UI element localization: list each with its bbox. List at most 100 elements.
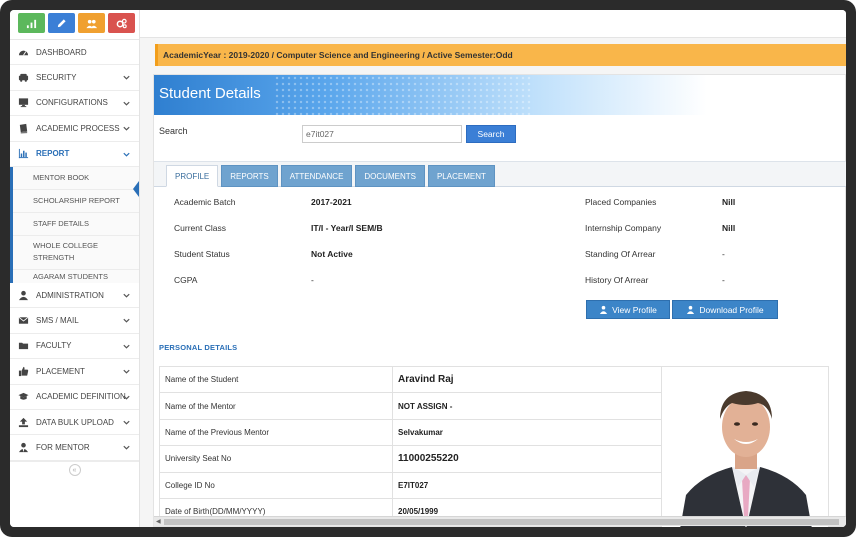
detail-value: Aravind Raj bbox=[392, 365, 663, 394]
personal-details-heading: PERSONAL DETAILS bbox=[159, 343, 238, 352]
download-profile-button[interactable]: Download Profile bbox=[672, 300, 778, 319]
detail-value: 11000255220 bbox=[392, 445, 663, 473]
chevron-down-icon bbox=[123, 101, 130, 106]
book-icon bbox=[16, 122, 30, 134]
submenu-item-staff-details[interactable]: STAFF DETAILS bbox=[13, 213, 139, 236]
summary-row: Internship Company Nill bbox=[585, 223, 835, 237]
signal-shortcut-button[interactable] bbox=[18, 13, 45, 33]
sidebar-item-data-bulk-upload[interactable]: DATA BULK UPLOAD bbox=[10, 410, 139, 436]
users-shortcut-button[interactable] bbox=[78, 13, 105, 33]
sidebar-shortcut-bar bbox=[10, 10, 139, 40]
sidebar-item-label: DATA BULK UPLOAD bbox=[36, 417, 114, 427]
upload-icon bbox=[16, 416, 30, 428]
tab-placement[interactable]: PLACEMENT bbox=[427, 165, 495, 187]
submenu-item-scholarship-report[interactable]: SCHOLARSHIP REPORT bbox=[13, 190, 139, 213]
sidebar-item-label: ADMINISTRATION bbox=[36, 290, 104, 300]
summary-key: Internship Company bbox=[585, 223, 662, 233]
user-icon bbox=[687, 305, 695, 314]
sidebar-item-label: PLACEMENT bbox=[36, 366, 85, 376]
sidebar-item-label: ACADEMIC PROCESS bbox=[36, 123, 120, 133]
submenu-item-whole-college-strength[interactable]: WHOLE COLLEGE STRENGTH bbox=[13, 236, 139, 270]
summary-key: CGPA bbox=[174, 275, 198, 285]
tab-attendance[interactable]: ATTENDANCE bbox=[280, 165, 353, 187]
page-header: Student Details bbox=[154, 75, 845, 115]
cogs-icon bbox=[116, 18, 127, 28]
sidebar-item-report[interactable]: REPORT bbox=[10, 142, 139, 167]
summary-key: History Of Arrear bbox=[585, 275, 649, 285]
pencil-shortcut-button[interactable] bbox=[48, 13, 75, 33]
sidebar-item-label: SECURITY bbox=[36, 73, 77, 83]
thumbs-up-icon bbox=[16, 365, 30, 377]
sidebar-collapse-toggle[interactable]: « bbox=[10, 460, 139, 479]
summary-key: Placed Companies bbox=[585, 197, 657, 207]
submenu-item-mentor-book[interactable]: MENTOR BOOK bbox=[13, 167, 139, 190]
window-frame: DASHBOARD SECURITY CONFIGURATIONS ACADEM… bbox=[0, 0, 856, 537]
table-row: College ID No E7IT027 bbox=[159, 471, 663, 499]
dashboard-icon bbox=[16, 46, 30, 58]
graduation-cap-icon bbox=[16, 391, 30, 403]
table-row: Name of the Mentor NOT ASSIGN - bbox=[159, 392, 663, 420]
search-row: Search Search bbox=[159, 123, 839, 145]
summary-key: Student Status bbox=[174, 249, 230, 259]
summary-value: Nill bbox=[722, 197, 736, 207]
sidebar-item-placement[interactable]: PLACEMENT bbox=[10, 359, 139, 385]
summary-key: Current Class bbox=[174, 223, 226, 233]
chevron-down-icon bbox=[123, 293, 130, 298]
summary-row: Placed Companies Nill bbox=[585, 197, 835, 211]
tab-profile[interactable]: PROFILE bbox=[166, 165, 219, 187]
signal-icon bbox=[26, 19, 37, 28]
sidebar-item-academic-definition[interactable]: ACADEMIC DEFINITION bbox=[10, 385, 139, 410]
sidebar-item-administration[interactable]: ADMINISTRATION bbox=[10, 283, 139, 309]
detail-key: Name of the Previous Mentor bbox=[159, 418, 393, 447]
sidebar-item-dashboard[interactable]: DASHBOARD bbox=[10, 40, 139, 66]
summary-key: Academic Batch bbox=[174, 197, 236, 207]
chevron-down-icon bbox=[123, 395, 130, 400]
main-area: AcademicYear : 2019-2020 / Computer Scie… bbox=[140, 10, 846, 527]
sidebar-menu: DASHBOARD SECURITY CONFIGURATIONS ACADEM… bbox=[10, 40, 139, 167]
student-details-panel: Student Details Search Search PROFILE RE… bbox=[153, 74, 846, 527]
tab-reports[interactable]: REPORTS bbox=[221, 165, 278, 187]
monitor-icon bbox=[16, 97, 30, 109]
academic-year-banner: AcademicYear : 2019-2020 / Computer Scie… bbox=[155, 44, 846, 66]
student-avatar-image bbox=[662, 367, 828, 527]
tab-documents[interactable]: DOCUMENTS bbox=[355, 165, 425, 187]
sidebar-item-label: FACULTY bbox=[36, 341, 72, 351]
summary-value: - bbox=[311, 275, 314, 285]
detail-value: Selvakumar bbox=[392, 418, 663, 447]
page-title: Student Details bbox=[159, 85, 261, 102]
detail-key: University Seat No bbox=[159, 445, 393, 473]
table-row: Name of the Student Aravind Raj bbox=[159, 365, 663, 394]
sidebar-item-sms-mail[interactable]: SMS / MAIL bbox=[10, 308, 139, 334]
submenu-item-agaram-students[interactable]: AGARAM STUDENTS bbox=[13, 270, 139, 283]
sidebar-menu-lower: ADMINISTRATION SMS / MAIL FACULTY PLACEM… bbox=[10, 283, 139, 461]
search-button[interactable]: Search bbox=[466, 125, 516, 143]
sidebar-item-security[interactable]: SECURITY bbox=[10, 65, 139, 91]
sidebar-item-for-mentor[interactable]: FOR MENTOR bbox=[10, 435, 139, 461]
view-profile-button[interactable]: View Profile bbox=[586, 300, 670, 319]
summary-value: Nill bbox=[722, 223, 736, 233]
sidebar-item-label: REPORT bbox=[36, 149, 70, 159]
chevron-down-icon bbox=[123, 446, 130, 450]
scrollbar-thumb[interactable] bbox=[164, 519, 839, 525]
chevron-down-icon bbox=[123, 420, 130, 425]
summary-row: History Of Arrear - bbox=[585, 275, 835, 289]
sidebar-item-label: ACADEMIC DEFINITION bbox=[36, 392, 126, 402]
chevron-down-icon bbox=[123, 344, 130, 349]
bar-chart-icon bbox=[16, 148, 30, 160]
horizontal-scrollbar[interactable]: ◀ bbox=[154, 516, 846, 526]
search-input[interactable] bbox=[302, 125, 462, 143]
sidebar-item-faculty[interactable]: FACULTY bbox=[10, 334, 139, 360]
chevron-down-icon bbox=[123, 76, 130, 81]
pencil-icon bbox=[57, 18, 66, 27]
sidebar-item-academic-process[interactable]: ACADEMIC PROCESS bbox=[10, 116, 139, 142]
sidebar-item-label: SMS / MAIL bbox=[36, 316, 79, 326]
user-tie-icon bbox=[16, 441, 30, 453]
summary-value: - bbox=[722, 249, 725, 259]
cogs-shortcut-button[interactable] bbox=[108, 13, 135, 33]
report-submenu: MENTOR BOOK SCHOLARSHIP REPORT STAFF DET… bbox=[10, 166, 139, 283]
user-icon bbox=[600, 305, 608, 314]
sidebar-item-configurations[interactable]: CONFIGURATIONS bbox=[10, 91, 139, 117]
table-row: Name of the Previous Mentor Selvakumar bbox=[159, 418, 663, 447]
envelope-icon bbox=[16, 315, 30, 327]
summary-value: Not Active bbox=[311, 249, 353, 259]
